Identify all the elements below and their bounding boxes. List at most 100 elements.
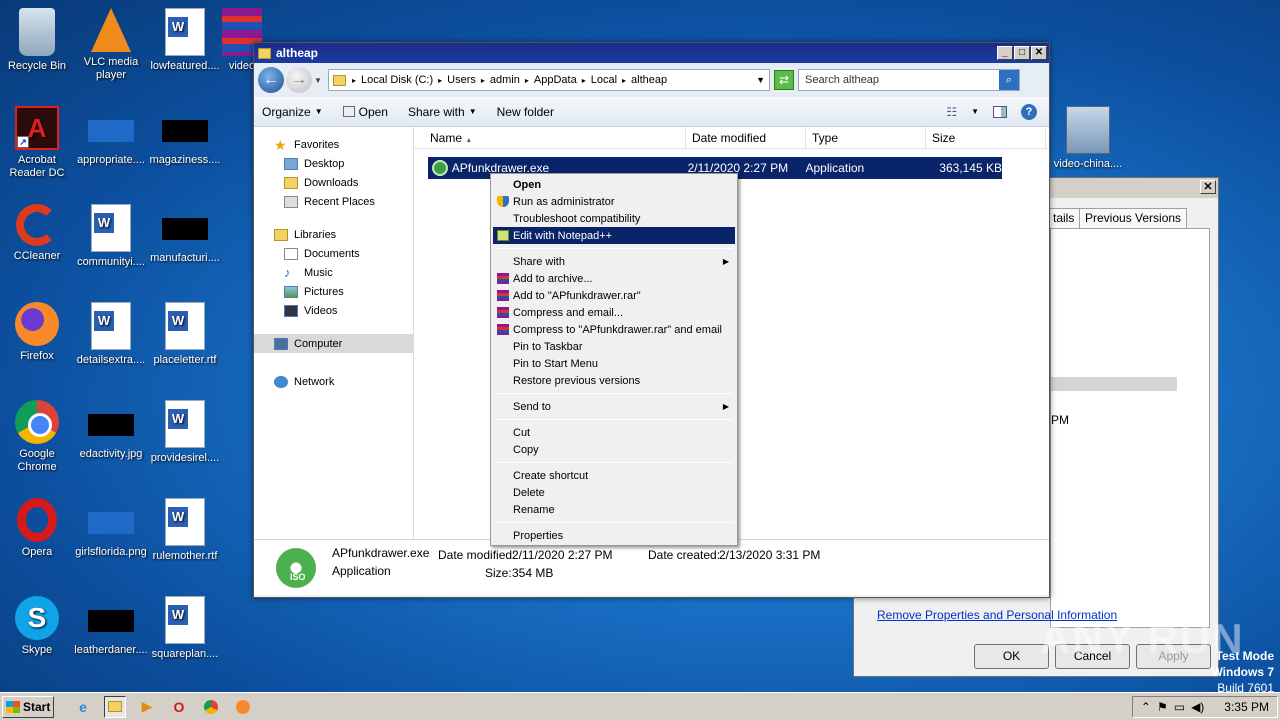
- desktop-icon-leatherdaner[interactable]: leatherdaner....: [74, 596, 148, 657]
- desktop-icon-recycle-bin[interactable]: Recycle Bin: [0, 8, 74, 73]
- desktop-icon-communityi[interactable]: communityi....: [74, 204, 148, 269]
- desktop-icon-squareplan[interactable]: squareplan....: [148, 596, 222, 661]
- menu-create-shortcut[interactable]: Create shortcut: [493, 467, 735, 484]
- breadcrumb-altheap[interactable]: altheap: [631, 74, 667, 86]
- nav-pictures[interactable]: Pictures: [254, 282, 413, 301]
- refresh-button[interactable]: ⇄: [774, 70, 794, 90]
- desktop-icon-edactivity[interactable]: edactivity.jpg: [74, 400, 148, 461]
- nav-network[interactable]: Network: [254, 372, 413, 391]
- menu-edit-notepadpp[interactable]: Edit with Notepad++: [493, 227, 735, 244]
- nav-documents[interactable]: Documents: [254, 244, 413, 263]
- preview-pane-icon[interactable]: [993, 105, 1007, 118]
- flag-icon[interactable]: ⚑: [1157, 700, 1168, 714]
- chevron-right-icon[interactable]: ▸: [481, 76, 485, 85]
- nav-libraries[interactable]: Libraries: [254, 225, 413, 244]
- column-date-modified[interactable]: Date modified: [686, 127, 806, 148]
- column-name[interactable]: Name ▲: [414, 127, 686, 148]
- help-icon[interactable]: ?: [1021, 103, 1037, 120]
- ok-button[interactable]: OK: [974, 644, 1049, 669]
- desktop-icon-opera[interactable]: Opera: [0, 498, 74, 559]
- desktop-icon-vlc[interactable]: VLC media player: [74, 8, 148, 82]
- back-button[interactable]: ←: [258, 67, 284, 93]
- chevron-right-icon[interactable]: ▸: [352, 76, 356, 85]
- column-size[interactable]: Size: [926, 127, 1046, 148]
- desktop-icon-lowfeatured[interactable]: lowfeatured....: [148, 8, 222, 73]
- chevron-right-icon[interactable]: ▸: [622, 76, 626, 85]
- desktop-icon-firefox[interactable]: Firefox: [0, 302, 74, 363]
- chrome-taskbar-icon[interactable]: [200, 696, 222, 718]
- opera-taskbar-icon[interactable]: O: [168, 696, 190, 718]
- desktop-icon-skype[interactable]: S Skype: [0, 596, 74, 657]
- media-player-icon[interactable]: ▶: [136, 696, 158, 718]
- breadcrumb-users[interactable]: Users: [447, 74, 476, 86]
- history-dropdown-icon[interactable]: ▼: [314, 76, 324, 85]
- menu-rename[interactable]: Rename: [493, 501, 735, 518]
- menu-cut[interactable]: Cut: [493, 424, 735, 441]
- ie-icon[interactable]: e: [72, 696, 94, 718]
- nav-desktop[interactable]: Desktop: [254, 154, 413, 173]
- nav-recent-places[interactable]: Recent Places: [254, 192, 413, 211]
- properties-close-button[interactable]: ✕: [1200, 180, 1216, 194]
- nav-videos[interactable]: Videos: [254, 301, 413, 320]
- menu-properties[interactable]: Properties: [493, 527, 735, 544]
- new-folder-button[interactable]: New folder: [497, 105, 554, 119]
- desktop-icon-providesirel[interactable]: providesirel....: [148, 400, 222, 465]
- menu-copy[interactable]: Copy: [493, 441, 735, 458]
- menu-add-to-archive[interactable]: Add to archive...: [493, 270, 735, 287]
- open-button[interactable]: Open: [342, 105, 388, 119]
- share-with-button[interactable]: Share with ▼: [408, 105, 477, 119]
- menu-pin-start[interactable]: Pin to Start Menu: [493, 355, 735, 372]
- start-button[interactable]: Start: [2, 695, 54, 718]
- chevron-right-icon[interactable]: ▸: [582, 76, 586, 85]
- menu-compress-rar-email[interactable]: Compress to "APfunkdrawer.rar" and email: [493, 321, 735, 338]
- firefox-taskbar-icon[interactable]: [232, 696, 254, 718]
- menu-compress-email[interactable]: Compress and email...: [493, 304, 735, 321]
- search-input[interactable]: Search altheap ⌕: [798, 69, 1020, 91]
- address-bar[interactable]: ▸ Local Disk (C:) ▸ Users ▸ admin ▸ AppD…: [328, 69, 770, 91]
- desktop-icon-manufacturi[interactable]: manufacturi....: [148, 204, 222, 265]
- explorer-titlebar[interactable]: altheap _ □ ✕: [254, 43, 1049, 63]
- breadcrumb-local-disk[interactable]: Local Disk (C:): [361, 74, 433, 86]
- minimize-button[interactable]: _: [997, 46, 1013, 60]
- network-tray-icon[interactable]: ▭: [1174, 700, 1185, 714]
- desktop-icon-video-china[interactable]: video-china....: [1050, 106, 1126, 171]
- breadcrumb-appdata[interactable]: AppData: [534, 74, 577, 86]
- menu-add-to-rar[interactable]: Add to "APfunkdrawer.rar": [493, 287, 735, 304]
- view-dropdown-icon[interactable]: ▼: [971, 107, 979, 116]
- clock[interactable]: 3:35 PM: [1224, 700, 1269, 714]
- nav-computer[interactable]: Computer: [254, 334, 413, 353]
- column-type[interactable]: Type: [806, 127, 926, 148]
- breadcrumb-admin[interactable]: admin: [490, 74, 520, 86]
- chevron-right-icon[interactable]: ▸: [438, 76, 442, 85]
- maximize-button[interactable]: □: [1014, 46, 1030, 60]
- address-dropdown-icon[interactable]: ▼: [756, 75, 765, 85]
- menu-run-as-admin[interactable]: Run as administrator: [493, 193, 735, 210]
- menu-share-with[interactable]: Share with ▶: [493, 253, 735, 270]
- tab-previous-versions[interactable]: Previous Versions: [1079, 208, 1188, 228]
- tray-expand-icon[interactable]: ⌃: [1141, 700, 1151, 714]
- menu-delete[interactable]: Delete: [493, 484, 735, 501]
- volume-icon[interactable]: ◀): [1191, 700, 1204, 714]
- desktop-icon-chrome[interactable]: Google Chrome: [0, 400, 74, 474]
- menu-pin-taskbar[interactable]: Pin to Taskbar: [493, 338, 735, 355]
- menu-send-to[interactable]: Send to ▶: [493, 398, 735, 415]
- desktop-icon-acrobat[interactable]: A ↗ Acrobat Reader DC: [0, 106, 74, 180]
- view-options-icon[interactable]: ☷: [946, 105, 957, 119]
- desktop-icon-magaziness[interactable]: magaziness....: [148, 106, 222, 167]
- organize-button[interactable]: Organize ▼: [262, 105, 323, 119]
- desktop-icon-detailsextra[interactable]: detailsextra....: [74, 302, 148, 367]
- explorer-taskbar-icon[interactable]: [104, 695, 126, 718]
- chevron-right-icon[interactable]: ▸: [525, 76, 529, 85]
- desktop-icon-appropriate[interactable]: appropriate....: [74, 106, 148, 167]
- menu-troubleshoot[interactable]: Troubleshoot compatibility: [493, 210, 735, 227]
- breadcrumb-local[interactable]: Local: [591, 74, 617, 86]
- menu-open[interactable]: Open: [493, 176, 735, 193]
- nav-music[interactable]: ♪ Music: [254, 263, 413, 282]
- tab-details[interactable]: tails: [1048, 208, 1081, 228]
- menu-restore-versions[interactable]: Restore previous versions: [493, 372, 735, 389]
- nav-downloads[interactable]: Downloads: [254, 173, 413, 192]
- desktop-icon-placeletter[interactable]: placeletter.rtf: [148, 302, 222, 367]
- close-button[interactable]: ✕: [1031, 46, 1047, 60]
- desktop-icon-ccleaner[interactable]: CCleaner: [0, 204, 74, 263]
- desktop-icon-girlsflorida[interactable]: girlsflorida.png: [74, 498, 148, 559]
